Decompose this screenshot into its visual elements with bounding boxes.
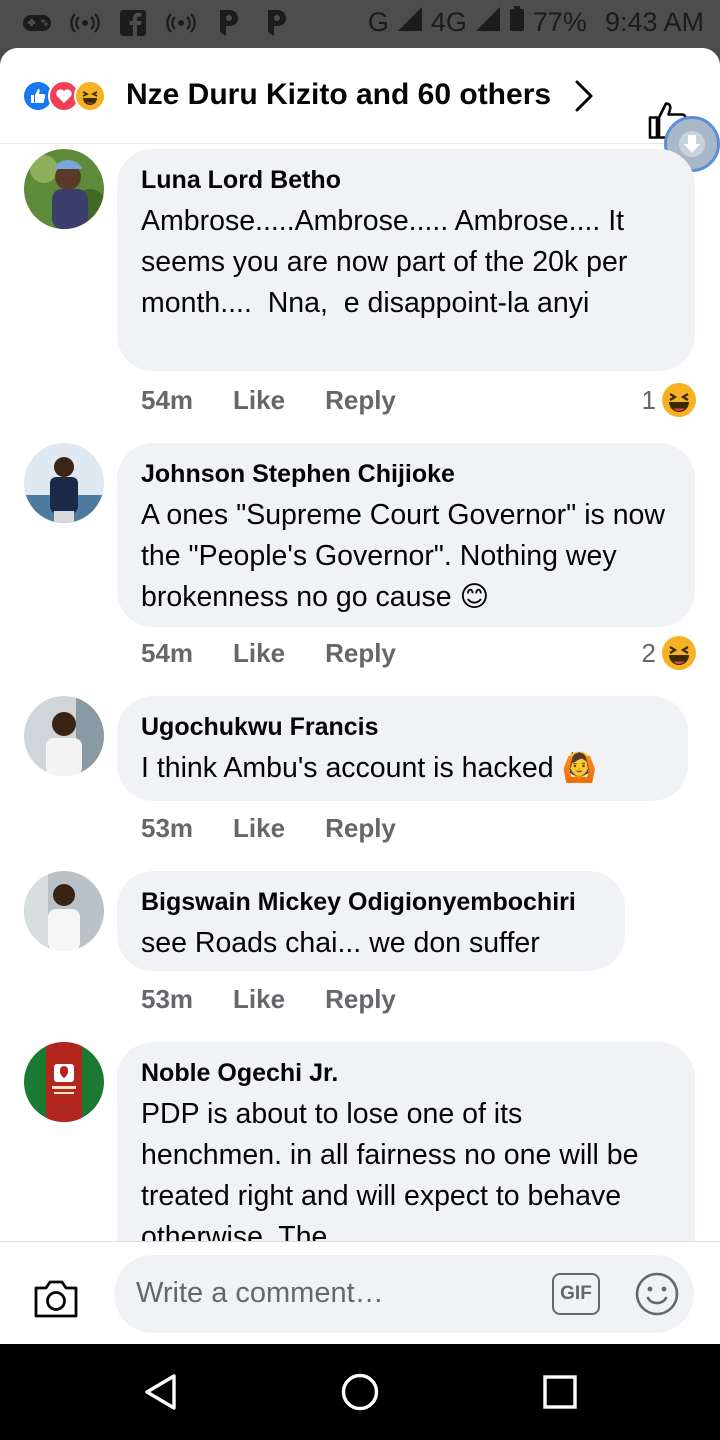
haha-icon — [662, 383, 696, 417]
facebook-icon — [118, 8, 148, 38]
comment-text: Ambrose.....Ambrose..... Ambrose.... It … — [141, 205, 636, 319]
reply-button[interactable]: Reply — [325, 385, 396, 416]
comment-list[interactable]: Luna Lord Betho Ambrose.....Ambrose.....… — [0, 145, 720, 1241]
comment-actions: 53m Like Reply — [141, 984, 396, 1015]
p-app-icon-2 — [262, 8, 292, 38]
comment-time: 53m — [141, 984, 194, 1014]
avatar[interactable] — [24, 443, 104, 523]
comment-author[interactable]: Luna Lord Betho — [141, 165, 671, 195]
reaction-count: 1 — [641, 384, 656, 415]
hotspot-icon — [70, 8, 100, 38]
comment-composer: Write a comment… GIF — [0, 1241, 720, 1344]
system-nav-bar — [0, 1344, 720, 1440]
back-icon[interactable] — [140, 1372, 180, 1412]
gif-button[interactable]: GIF — [552, 1273, 600, 1315]
avatar[interactable] — [24, 149, 104, 229]
gamepad-icon — [22, 8, 52, 38]
comment-text: I think Ambu's account is hacked 🙆 — [141, 752, 597, 784]
comment-input-placeholder: Write a comment… — [136, 1277, 384, 1309]
reactions-summary[interactable]: Nze Duru Kizito and 60 others — [126, 78, 551, 112]
home-icon[interactable] — [340, 1372, 380, 1412]
reaction-icons — [22, 80, 106, 112]
reply-button[interactable]: Reply — [325, 813, 396, 844]
chevron-right-icon[interactable] — [568, 78, 600, 114]
signal-icon-2 — [475, 6, 501, 39]
clock: 9:43 AM — [604, 7, 704, 37]
like-button[interactable]: Like — [233, 984, 285, 1015]
like-button[interactable]: Like — [233, 385, 285, 416]
network-4g-label: 4G — [430, 7, 467, 37]
comment-bubble[interactable]: Luna Lord Betho Ambrose.....Ambrose.....… — [117, 149, 695, 371]
battery-percent: 77% — [532, 7, 587, 37]
comment-actions: 54m Like Reply — [141, 385, 396, 416]
battery-icon — [509, 6, 525, 39]
reaction-count: 2 — [641, 637, 656, 668]
comment-author[interactable]: Bigswain Mickey Odigionyembochiri — [141, 887, 601, 917]
haha-icon — [662, 636, 696, 670]
comments-sheet: Nze Duru Kizito and 60 others Luna Lord … — [0, 48, 720, 1344]
comment-bubble[interactable]: Noble Ogechi Jr. PDP is about to lose on… — [117, 1042, 695, 1241]
emoji-icon[interactable] — [634, 1271, 680, 1322]
comment-time: 53m — [141, 813, 194, 843]
hotspot-icon-2 — [166, 8, 196, 38]
comment-reactions[interactable]: 2 — [642, 636, 696, 670]
comment-text: A ones "Supreme Court Governor" is now t… — [141, 499, 673, 613]
reply-button[interactable]: Reply — [325, 638, 396, 669]
reply-button[interactable]: Reply — [325, 984, 396, 1015]
avatar[interactable] — [24, 1042, 104, 1122]
comment-author[interactable]: Noble Ogechi Jr. — [141, 1058, 671, 1088]
haha-icon — [74, 80, 106, 112]
comment-text: see Roads chai... we don suffer — [141, 927, 540, 959]
avatar[interactable] — [24, 871, 104, 951]
comment-actions: 53m Like Reply — [141, 813, 396, 844]
comment-author[interactable]: Johnson Stephen Chijioke — [141, 459, 671, 489]
like-button[interactable]: Like — [233, 638, 285, 669]
comment-time: 54m — [141, 638, 194, 668]
avatar[interactable] — [24, 696, 104, 776]
network-type-label: G — [367, 7, 389, 37]
signal-icon — [397, 6, 423, 39]
status-bar: G 4G 77% 9:43 AM — [0, 0, 720, 48]
comment-text: PDP is about to lose one of its henchmen… — [141, 1098, 647, 1241]
comment-bubble[interactable]: Bigswain Mickey Odigionyembochiri see Ro… — [117, 871, 625, 971]
comment-actions: 54m Like Reply — [141, 638, 396, 669]
p-app-icon — [214, 8, 244, 38]
camera-icon[interactable] — [32, 1278, 80, 1325]
reactions-header[interactable]: Nze Duru Kizito and 60 others — [0, 48, 720, 144]
like-button[interactable]: Like — [233, 813, 285, 844]
recents-icon[interactable] — [540, 1372, 580, 1412]
comment-bubble[interactable]: Johnson Stephen Chijioke A ones "Supreme… — [117, 443, 695, 627]
comment-author[interactable]: Ugochukwu Francis — [141, 712, 664, 742]
comment-time: 54m — [141, 385, 194, 415]
comment-bubble[interactable]: Ugochukwu Francis I think Ambu's account… — [117, 696, 688, 801]
comment-reactions[interactable]: 1 — [642, 383, 696, 417]
comment-input[interactable]: Write a comment… GIF — [114, 1255, 694, 1333]
